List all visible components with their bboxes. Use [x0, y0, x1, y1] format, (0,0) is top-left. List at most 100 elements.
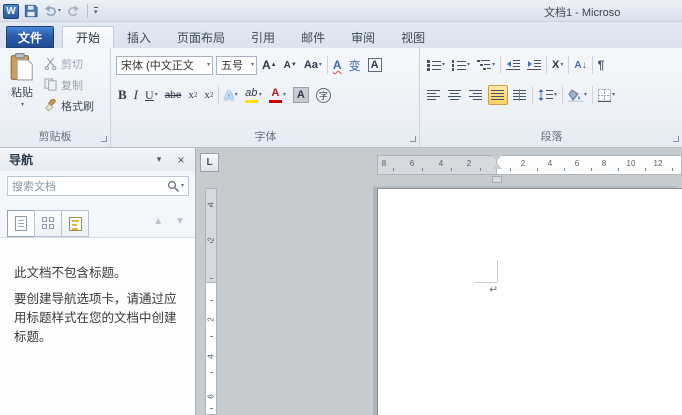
font-color-button[interactable]: A ▾	[267, 85, 288, 105]
text-effects-button[interactable]: A ▾	[222, 85, 239, 105]
format-painter-button[interactable]: 格式刷	[44, 95, 108, 116]
previous-heading-button[interactable]: ▲	[153, 216, 163, 227]
character-shading-button[interactable]: A	[291, 85, 311, 105]
align-left-button[interactable]	[425, 85, 443, 105]
vertical-ruler[interactable]: 4 2 2 4 6	[205, 188, 217, 415]
increase-indent-button[interactable]	[525, 55, 543, 75]
line-spacing-dropdown-arrow[interactable]: ▾	[554, 92, 557, 98]
para-row2-sep2	[562, 86, 564, 104]
grow-font-button[interactable]: A ▲	[260, 55, 279, 75]
justify-button[interactable]	[488, 85, 508, 105]
multilevel-dropdown-arrow[interactable]: ▾	[492, 62, 495, 68]
character-border-button[interactable]: A	[366, 55, 384, 75]
numbering-dropdown-arrow[interactable]: ▾	[467, 62, 470, 68]
highlight-dropdown-arrow[interactable]: ▾	[259, 92, 262, 98]
browse-headings-tab[interactable]	[7, 210, 35, 237]
hruler-margin-ticks	[380, 168, 497, 171]
borders-button[interactable]: ▾	[596, 85, 617, 105]
search-options-dropdown-arrow[interactable]: ▾	[181, 183, 184, 189]
undo-dropdown-arrow[interactable]: ▾	[58, 8, 61, 14]
decrease-indent-button[interactable]	[504, 55, 522, 75]
phonetic-guide-button[interactable]: 变	[347, 55, 363, 75]
multilevel-list-button[interactable]: ▾	[475, 55, 497, 75]
increase-indent-icon	[527, 60, 542, 70]
tab-mailings[interactable]: 邮件	[288, 26, 338, 48]
first-line-indent-marker[interactable]	[492, 155, 502, 161]
navigation-pane-menu-button[interactable]: ▾	[151, 154, 167, 165]
font-dialog-launcher[interactable]	[410, 136, 416, 142]
tab-view[interactable]: 视图	[388, 26, 438, 48]
sort-button[interactable]: A ↓	[572, 55, 588, 75]
distribute-icon	[513, 89, 526, 101]
tab-review[interactable]: 审阅	[338, 26, 388, 48]
paragraph-dialog-launcher[interactable]	[673, 136, 679, 142]
highlight-color-bar	[244, 99, 258, 103]
cut-scissors-icon	[44, 57, 57, 70]
numbering-button[interactable]: ▾	[450, 55, 472, 75]
customize-qat-button[interactable]: ▾	[94, 6, 98, 16]
bold-button[interactable]: B	[116, 85, 129, 105]
text-effects-dropdown-arrow[interactable]: ▾	[235, 92, 238, 98]
borders-dropdown-arrow[interactable]: ▾	[612, 92, 615, 98]
line-spacing-button[interactable]: ▾	[536, 85, 559, 105]
show-hide-marks-button[interactable]: ¶	[596, 55, 607, 75]
paste-dropdown-arrow[interactable]: ▾	[21, 102, 24, 108]
window-title: 文档1 - Microso	[544, 7, 621, 19]
font-row2-separator	[218, 86, 220, 104]
ribbon-home: 粘贴 ▾ 剪切 复制 格式刷 剪贴板 宋体 (中文正文 ▾ 五号 ▾ A ▲ A…	[0, 48, 682, 148]
left-indent-marker[interactable]	[492, 176, 502, 183]
cut-button[interactable]: 剪切	[44, 53, 108, 74]
horizontal-ruler[interactable]: 8 6 4 2 2 4 6 8 10 12	[377, 155, 682, 175]
change-case-button[interactable]: Aa ▾	[302, 55, 324, 75]
shading-dropdown-arrow[interactable]: ▾	[584, 92, 587, 98]
underline-button[interactable]: U ▾	[143, 85, 160, 105]
superscript-button[interactable]: x2	[202, 85, 215, 105]
headings-doc-icon	[15, 216, 27, 231]
search-document-input[interactable]: 搜索文档 ▾	[7, 176, 189, 196]
change-case-dropdown-arrow[interactable]: ▾	[319, 62, 322, 68]
highlight-button[interactable]: ab ▾	[243, 85, 264, 105]
bullets-button[interactable]: ▾	[425, 55, 447, 75]
asian-layout-dropdown-arrow[interactable]: ▾	[560, 62, 563, 68]
clipboard-dialog-launcher[interactable]	[101, 136, 107, 142]
font-color-dropdown-arrow[interactable]: ▾	[283, 92, 286, 98]
tab-insert[interactable]: 插入	[114, 26, 164, 48]
asian-layout-button[interactable]: X ▾	[550, 55, 565, 75]
strikethrough-button[interactable]: abe	[163, 85, 184, 105]
font-size-dropdown-arrow[interactable]: ▾	[251, 62, 254, 68]
format-painter-label: 格式刷	[61, 100, 94, 113]
tab-stop-selector[interactable]: L	[200, 153, 219, 172]
browse-pages-tab[interactable]	[34, 210, 62, 237]
tab-page-layout[interactable]: 页面布局	[164, 26, 238, 48]
shrink-font-button[interactable]: A ▼	[282, 55, 299, 75]
copy-button[interactable]: 复制	[44, 74, 108, 95]
next-heading-button[interactable]: ▼	[175, 216, 185, 227]
group-clipboard: 粘贴 ▾ 剪切 复制 格式刷 剪贴板	[0, 48, 111, 147]
tab-home[interactable]: 开始	[62, 26, 115, 48]
enclose-characters-button[interactable]: 字	[314, 85, 333, 105]
tab-file[interactable]: 文件	[6, 26, 54, 48]
paste-button[interactable]: 粘贴 ▾	[5, 53, 39, 135]
font-size-combo[interactable]: 五号 ▾	[216, 55, 257, 75]
font-name-combo[interactable]: 宋体 (中文正文 ▾	[116, 55, 213, 75]
undo-button[interactable]: ▾	[43, 3, 62, 19]
browse-results-tab[interactable]	[61, 210, 89, 237]
align-right-button[interactable]	[467, 85, 485, 105]
bullets-dropdown-arrow[interactable]: ▾	[442, 62, 445, 68]
subscript-button[interactable]: x2	[186, 85, 199, 105]
hanging-indent-marker[interactable]	[492, 163, 502, 169]
italic-button[interactable]: I	[132, 85, 140, 105]
align-center-button[interactable]	[446, 85, 464, 105]
shading-button[interactable]: ▾	[566, 85, 589, 105]
tab-references[interactable]: 引用	[238, 26, 288, 48]
redo-button[interactable]	[66, 3, 81, 19]
underline-dropdown-arrow[interactable]: ▾	[155, 92, 158, 98]
document-page[interactable]	[377, 188, 682, 415]
word-app-icon[interactable]: W	[3, 3, 19, 19]
font-name-dropdown-arrow[interactable]: ▾	[207, 62, 210, 68]
clear-formatting-button[interactable]: A	[331, 55, 344, 75]
search-icon[interactable]	[167, 180, 180, 193]
distribute-button[interactable]	[511, 85, 529, 105]
save-button[interactable]	[23, 3, 39, 19]
navigation-pane-close-button[interactable]: ×	[173, 153, 189, 167]
